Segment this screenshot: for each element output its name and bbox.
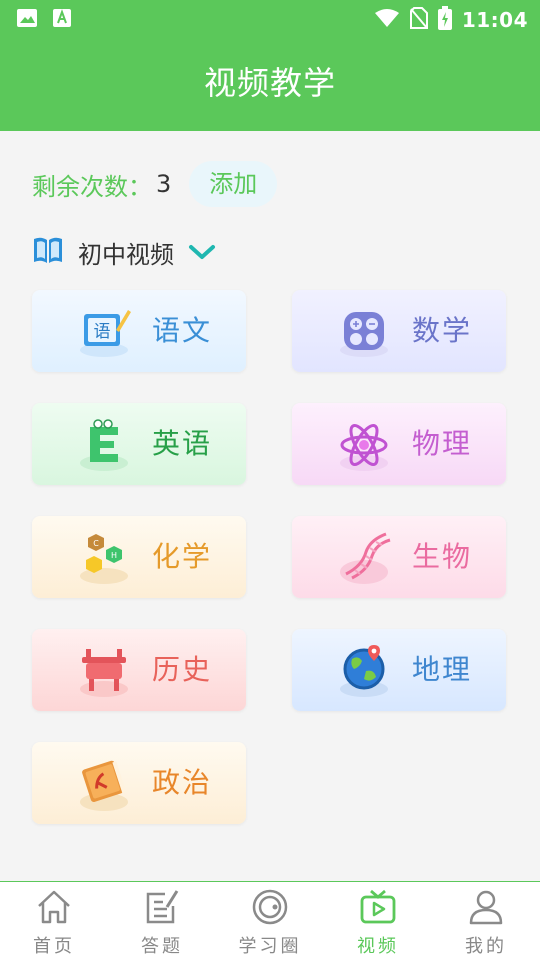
profile-icon — [467, 888, 505, 930]
subject-label: 物理 — [412, 427, 473, 460]
tab-label: 答题 — [141, 936, 183, 957]
subject-card-chemistry[interactable]: C H 化学 — [32, 516, 246, 598]
tab-label: 视频 — [357, 936, 399, 957]
english-letter-icon — [76, 417, 134, 473]
wifi-icon — [374, 8, 400, 32]
tab-quiz[interactable]: 答题 — [108, 882, 216, 961]
page-title: 视频教学 — [203, 64, 336, 102]
remaining-count-label: 剩余次数： — [32, 172, 152, 201]
subject-card-english[interactable]: 英语 — [32, 403, 246, 485]
tab-video[interactable]: 视频 — [324, 882, 432, 961]
video-tv-icon — [359, 888, 397, 930]
subject-label: 数学 — [412, 314, 473, 347]
chemistry-molecule-icon: C H — [76, 530, 134, 586]
atom-icon — [336, 417, 394, 473]
subject-label: 历史 — [152, 653, 213, 686]
gallery-notification-icon — [16, 8, 38, 32]
battery-charging-icon — [437, 6, 452, 34]
open-book-icon — [32, 234, 64, 270]
status-time: 11:04 — [461, 8, 528, 32]
svg-text:H: H — [111, 551, 117, 560]
subject-card-chinese[interactable]: 语 语文 — [32, 290, 246, 372]
home-icon — [35, 888, 73, 930]
tab-study-circle[interactable]: 学习圈 — [216, 882, 324, 961]
tab-label: 首页 — [33, 936, 75, 957]
svg-text:C: C — [93, 539, 99, 548]
subject-label: 政治 — [152, 766, 213, 799]
svg-text:语: 语 — [94, 322, 111, 342]
subject-label: 化学 — [152, 540, 213, 573]
politics-book-icon — [76, 756, 134, 812]
subject-card-history[interactable]: 历史 — [32, 629, 246, 711]
tab-home[interactable]: 首页 — [0, 882, 108, 961]
app-notification-icon — [52, 8, 72, 32]
app-bar: 视频教学 — [0, 36, 540, 131]
remaining-count-row: 剩余次数： 3 添加 — [32, 160, 278, 208]
remaining-count-value: 3 — [156, 170, 172, 198]
add-count-button[interactable]: 添加 — [189, 161, 278, 207]
quiz-edit-icon — [143, 888, 181, 930]
ancient-cauldron-icon — [76, 643, 134, 699]
level-selector[interactable]: 初中视频 — [32, 232, 216, 272]
subject-card-math[interactable]: 数学 — [292, 290, 506, 372]
subject-label: 语文 — [152, 314, 213, 347]
subject-card-politics[interactable]: 政治 — [32, 742, 246, 824]
study-circle-icon — [251, 888, 289, 930]
level-label: 初中视频 — [78, 240, 174, 269]
bottom-tab-bar: 首页 答题 学习圈 视频 我的 — [0, 881, 540, 961]
subject-card-biology[interactable]: 生物 — [292, 516, 506, 598]
dna-icon — [336, 530, 394, 586]
globe-icon — [336, 643, 394, 699]
status-bar: 11:04 — [0, 0, 540, 36]
subject-label: 英语 — [152, 427, 213, 460]
subject-card-geography[interactable]: 地理 — [292, 629, 506, 711]
tab-profile[interactable]: 我的 — [432, 882, 540, 961]
tab-label: 我的 — [465, 936, 507, 957]
tab-label: 学习圈 — [238, 936, 302, 957]
subject-label: 生物 — [412, 540, 473, 573]
subject-label: 地理 — [412, 653, 473, 686]
calculator-icon — [336, 304, 394, 360]
chinese-book-icon: 语 — [76, 304, 134, 360]
subject-card-physics[interactable]: 物理 — [292, 403, 506, 485]
chevron-down-icon[interactable] — [188, 243, 216, 265]
no-sim-icon — [409, 7, 428, 33]
